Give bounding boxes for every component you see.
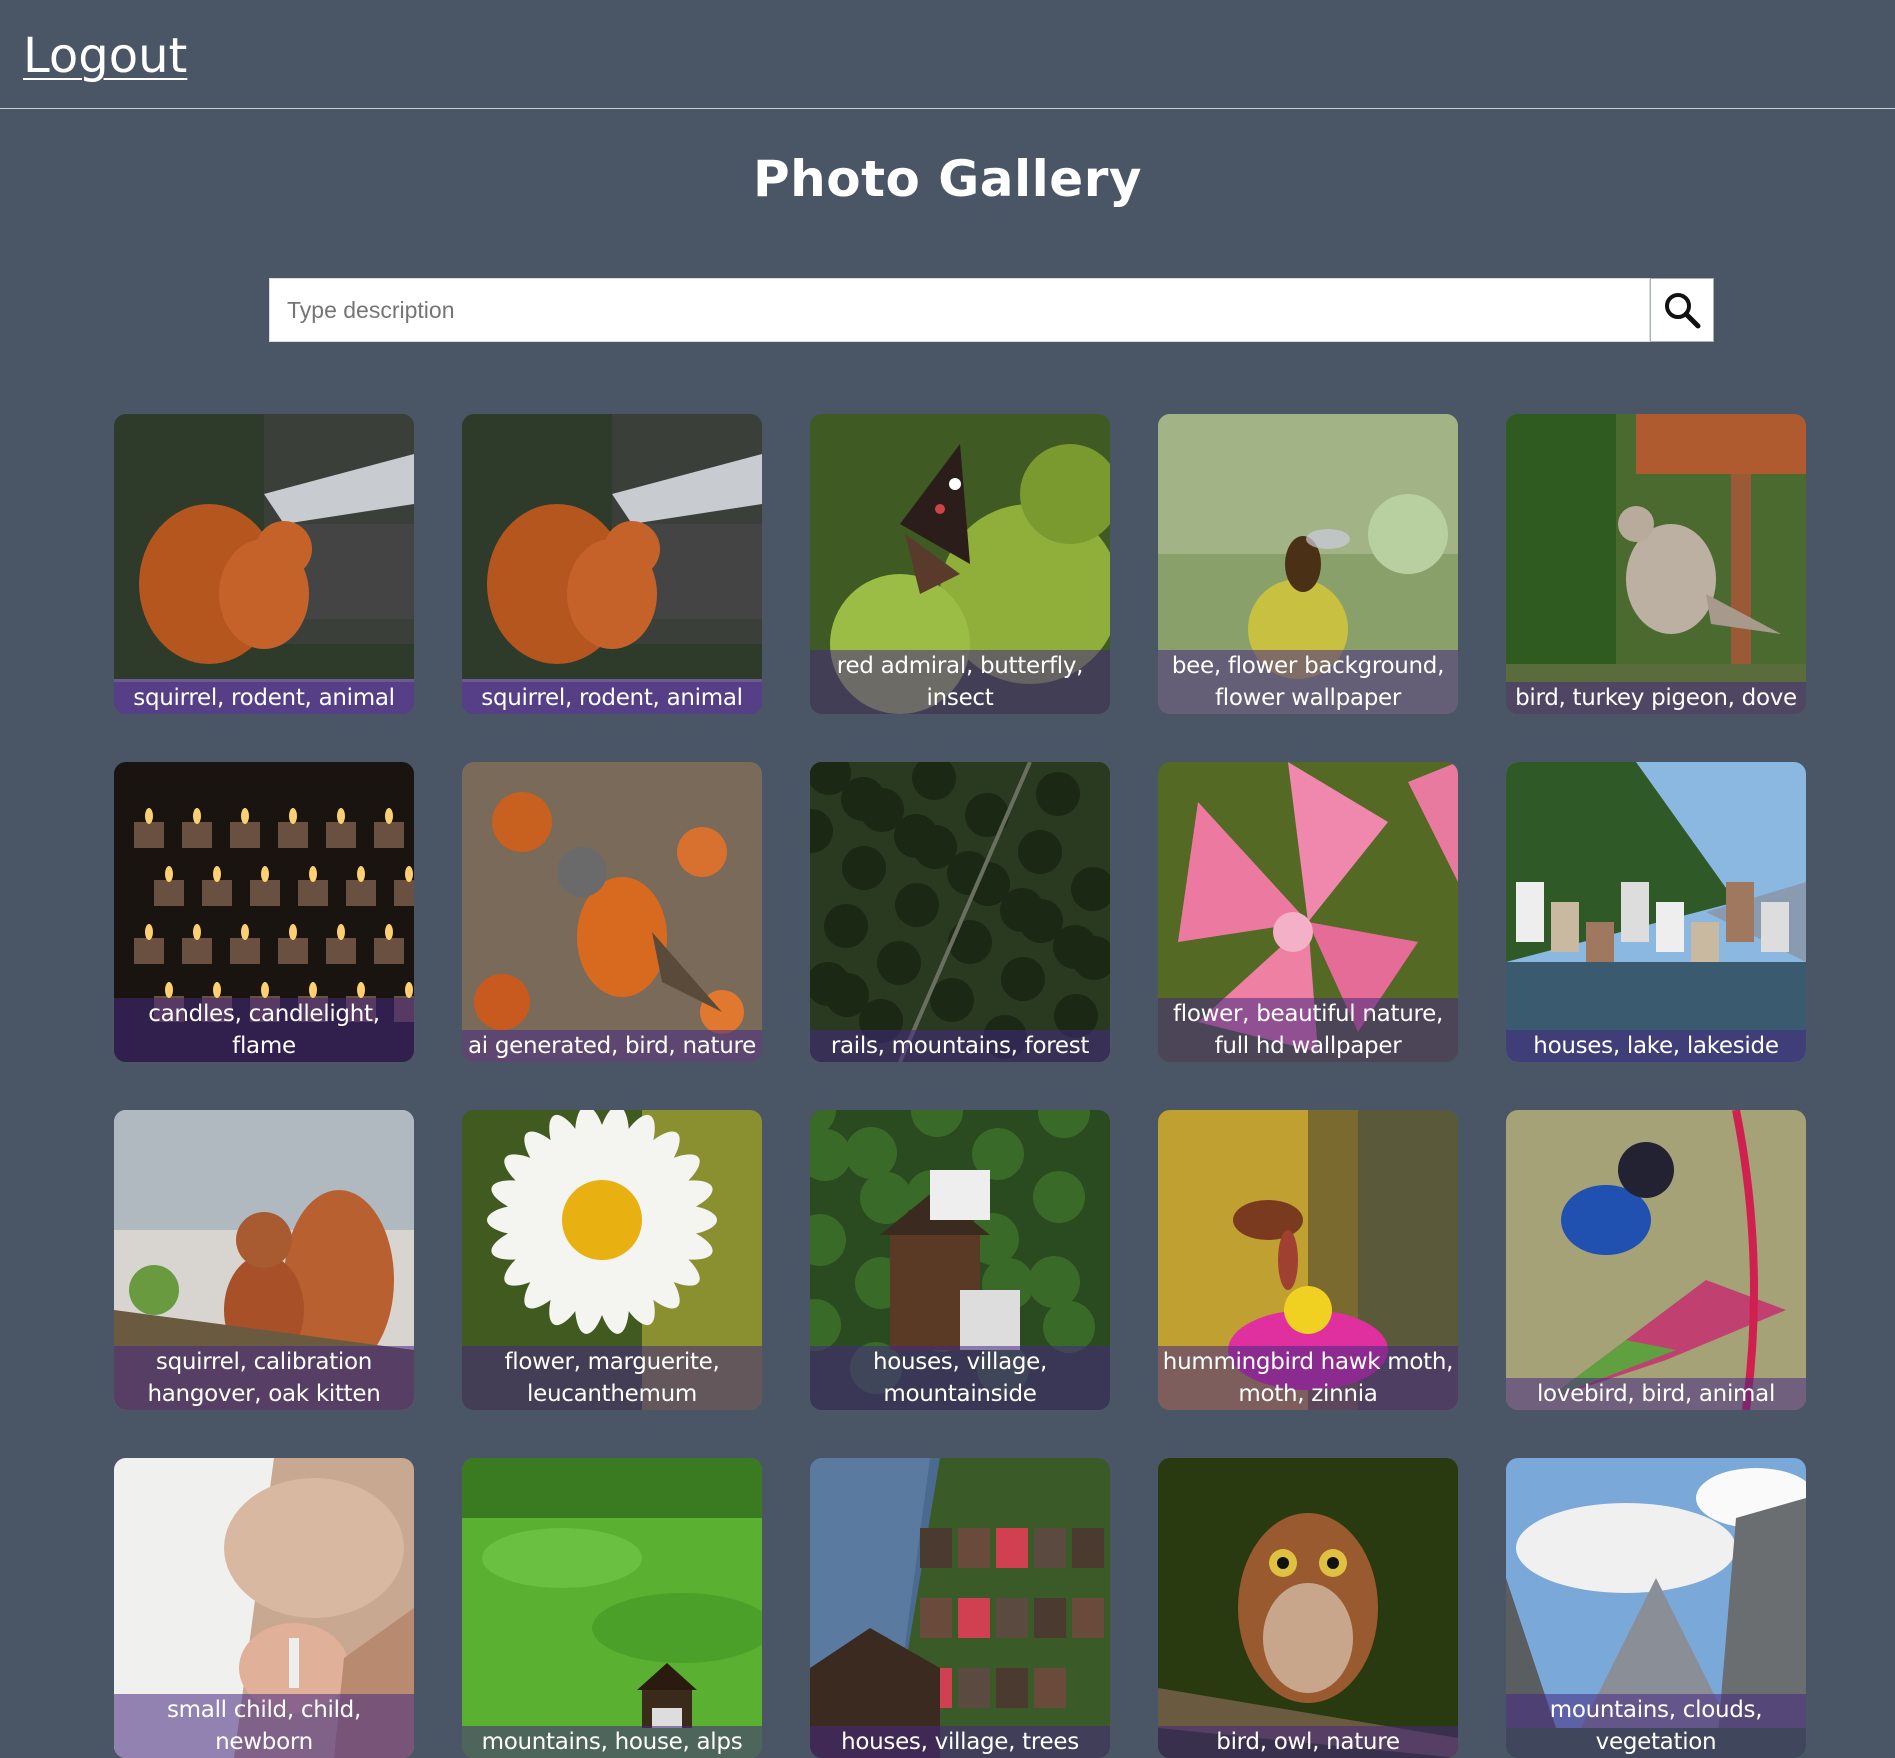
top-bar: Logout bbox=[0, 0, 1895, 109]
search-button[interactable] bbox=[1650, 278, 1714, 342]
gallery-card[interactable]: bird, owl, nature bbox=[1158, 1458, 1458, 1758]
gallery-card[interactable]: red admiral, butterfly, insect bbox=[810, 414, 1110, 714]
photo-caption: rails, mountains, forest bbox=[810, 1030, 1110, 1062]
gallery-card[interactable]: candles, candlelight, flame bbox=[114, 762, 414, 1062]
photo-caption: flower, beautiful nature, full hd wallpa… bbox=[1158, 998, 1458, 1062]
photo-caption: ai generated, bird, nature bbox=[462, 1030, 762, 1062]
gallery-card[interactable]: ai generated, bird, nature bbox=[462, 762, 762, 1062]
gallery-card[interactable]: lovebird, bird, animal bbox=[1506, 1110, 1806, 1410]
gallery-card[interactable]: bird, turkey pigeon, dove bbox=[1506, 414, 1806, 714]
gallery-card[interactable]: mountains, house, alps bbox=[462, 1458, 762, 1758]
gallery-card[interactable]: squirrel, rodent, animal bbox=[462, 414, 762, 714]
photo-grid: squirrel, rodent, animal squirrel, roden… bbox=[114, 414, 1806, 1758]
gallery-card[interactable]: bee, flower background, flower wallpaper bbox=[1158, 414, 1458, 714]
gallery-photo bbox=[462, 1458, 762, 1758]
photo-caption: mountains, house, alps bbox=[462, 1726, 762, 1758]
photo-caption: hummingbird hawk moth, moth, zinnia bbox=[1158, 1346, 1458, 1410]
gallery-photo bbox=[1506, 1110, 1806, 1410]
gallery-photo bbox=[810, 762, 1110, 1062]
photo-caption: flower, marguerite, leucanthemum bbox=[462, 1346, 762, 1410]
photo-caption: bird, owl, nature bbox=[1158, 1726, 1458, 1758]
photo-caption: squirrel, rodent, animal bbox=[114, 682, 414, 714]
photo-caption: red admiral, butterfly, insect bbox=[810, 650, 1110, 714]
photo-caption: bee, flower background, flower wallpaper bbox=[1158, 650, 1458, 714]
gallery-photo bbox=[1506, 414, 1806, 714]
photo-caption: squirrel, rodent, animal bbox=[462, 682, 762, 714]
gallery-card[interactable]: houses, village, trees bbox=[810, 1458, 1110, 1758]
gallery-photo bbox=[1506, 762, 1806, 1062]
gallery-card[interactable]: houses, village, mountainside bbox=[810, 1110, 1110, 1410]
photo-caption: small child, child, newborn bbox=[114, 1694, 414, 1758]
photo-caption: squirrel, calibration hangover, oak kitt… bbox=[114, 1346, 414, 1410]
gallery-photo bbox=[114, 414, 414, 714]
photo-caption: houses, village, trees bbox=[810, 1726, 1110, 1758]
photo-caption: houses, village, mountainside bbox=[810, 1346, 1110, 1410]
gallery-card[interactable]: hummingbird hawk moth, moth, zinnia bbox=[1158, 1110, 1458, 1410]
photo-caption: mountains, clouds, vegetation bbox=[1506, 1694, 1806, 1758]
gallery-card[interactable]: houses, lake, lakeside bbox=[1506, 762, 1806, 1062]
photo-caption: lovebird, bird, animal bbox=[1506, 1378, 1806, 1410]
gallery-card[interactable]: rails, mountains, forest bbox=[810, 762, 1110, 1062]
gallery-photo bbox=[810, 1458, 1110, 1758]
gallery-card[interactable]: flower, beautiful nature, full hd wallpa… bbox=[1158, 762, 1458, 1062]
photo-caption: bird, turkey pigeon, dove bbox=[1506, 682, 1806, 714]
search-icon bbox=[1665, 293, 1701, 329]
photo-caption: houses, lake, lakeside bbox=[1506, 1030, 1806, 1062]
search-input[interactable] bbox=[269, 278, 1650, 342]
gallery-photo bbox=[462, 762, 762, 1062]
gallery-card[interactable]: small child, child, newborn bbox=[114, 1458, 414, 1758]
page-title: Photo Gallery bbox=[753, 150, 1142, 208]
search-bar bbox=[269, 278, 1714, 342]
gallery-card[interactable]: squirrel, rodent, animal bbox=[114, 414, 414, 714]
photo-caption: candles, candlelight, flame bbox=[114, 998, 414, 1062]
gallery-photo bbox=[1158, 1458, 1458, 1758]
gallery-card[interactable]: mountains, clouds, vegetation bbox=[1506, 1458, 1806, 1758]
gallery-card[interactable]: flower, marguerite, leucanthemum bbox=[462, 1110, 762, 1410]
gallery-card[interactable]: squirrel, calibration hangover, oak kitt… bbox=[114, 1110, 414, 1410]
logout-link[interactable]: Logout bbox=[23, 28, 187, 84]
gallery-photo bbox=[462, 414, 762, 714]
